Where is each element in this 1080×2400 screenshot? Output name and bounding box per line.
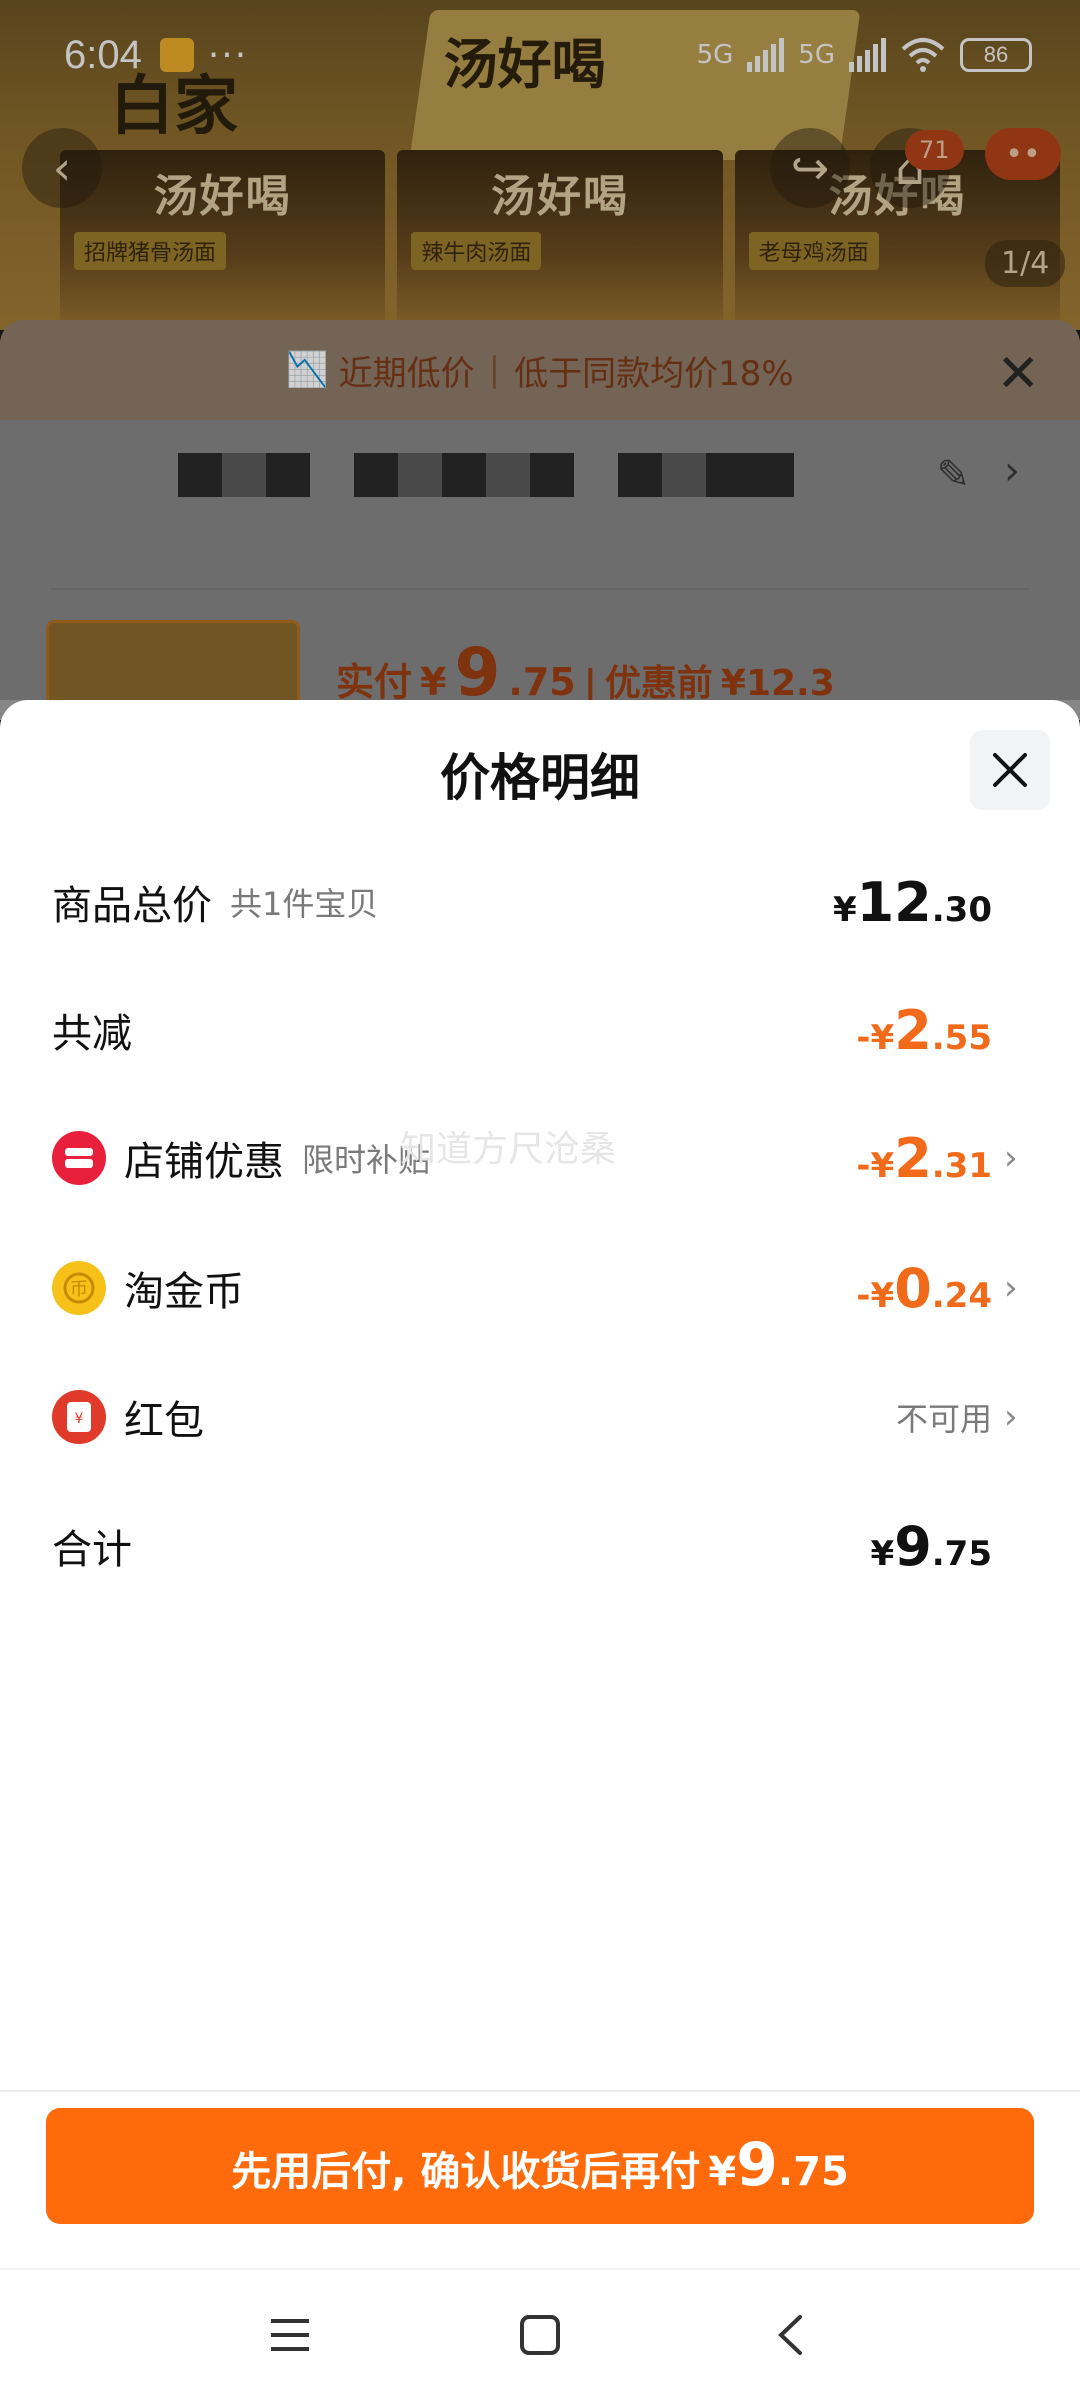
- status-time: 6:04: [64, 32, 142, 77]
- gold-coin-icon: 币: [52, 1261, 106, 1315]
- app-notification-icon: [159, 38, 194, 72]
- low-price-banner: 📉 近期低价 | 低于同款均价18% ✕: [0, 320, 1080, 420]
- close-icon: [993, 753, 1027, 787]
- sheet-title: 价格明细: [440, 749, 640, 807]
- chevron-right-icon: ›: [1004, 1138, 1018, 1178]
- home-icon[interactable]: [510, 2305, 570, 2365]
- back-icon[interactable]: [760, 2305, 820, 2365]
- trend-icon: 📉: [286, 350, 329, 390]
- reduction-amount: -¥ 2.55: [856, 998, 992, 1062]
- share-icon[interactable]: ↪: [770, 128, 850, 208]
- close-button[interactable]: [970, 730, 1050, 810]
- red-packet-icon: ¥: [52, 1390, 106, 1444]
- row-total-reduction: 共减 -¥ 2.55: [52, 998, 992, 1062]
- wifi-icon: [901, 38, 945, 72]
- top-nav: ‹ ↪ ⌂ 71 ••: [0, 108, 1080, 208]
- row-total-price: 商品总价 共1件宝贝 ¥12.30: [52, 870, 992, 934]
- order-sheet-background: 📉 近期低价 | 低于同款均价18% ✕ ✎ › 实付 ¥ 9.75 | 优惠前…: [0, 320, 1080, 740]
- price-detail-sheet: 价格明细 商品总价 共1件宝贝 ¥12.30 共减 -¥ 2.55 店铺优惠 限时…: [0, 700, 1080, 2400]
- more-menu-button[interactable]: ••: [985, 128, 1061, 180]
- row-total-sum: 合计 ¥9.75: [52, 1514, 992, 1578]
- row-red-packet[interactable]: ¥ 红包 不可用 ›: [52, 1367, 1026, 1467]
- system-nav-bar: [0, 2268, 1080, 2400]
- svg-text:¥: ¥: [75, 1411, 84, 1427]
- row-taojinbi[interactable]: 币 淘金币 -¥ 0.24 ›: [52, 1238, 1026, 1338]
- sum-amount: ¥9.75: [870, 1514, 992, 1578]
- pay-later-button[interactable]: 先用后付, 确认收货后再付 ¥9.75: [46, 2108, 1034, 2224]
- network-label: 5G: [798, 40, 835, 70]
- signal-icon: [849, 38, 886, 72]
- network-label: 5G: [696, 40, 734, 70]
- svg-text:币: 币: [70, 1279, 88, 1300]
- image-page-indicator: 1/4: [985, 240, 1066, 287]
- divider: [50, 588, 1030, 590]
- back-arrow-icon[interactable]: ‹: [22, 128, 102, 208]
- close-icon[interactable]: ✕: [996, 344, 1040, 404]
- chevron-right-icon: ›: [1004, 1268, 1018, 1308]
- total-price-amount: ¥12.30: [832, 870, 992, 934]
- chevron-right-icon: ›: [1004, 1397, 1018, 1437]
- battery-icon: 86: [960, 38, 1032, 72]
- divider: [0, 2090, 1080, 2092]
- edit-icon[interactable]: ✎: [936, 452, 970, 498]
- more-notifications-icon: ···: [207, 34, 249, 76]
- shop-discount-icon: [52, 1131, 106, 1185]
- cart-badge: 71: [905, 130, 964, 170]
- address-masked[interactable]: ✎ ›: [0, 420, 1080, 530]
- menu-icon[interactable]: [260, 2305, 320, 2365]
- signal-icon: [747, 38, 785, 72]
- status-bar: 6:04 ··· 5G 5G 86: [0, 0, 1080, 110]
- red-packet-status: 不可用: [895, 1400, 992, 1438]
- watermark: 知道方尺沧桑: [400, 1129, 617, 1170]
- shop-discount-amount: -¥ 2.31: [856, 1126, 992, 1190]
- chevron-right-icon[interactable]: ›: [1004, 448, 1020, 494]
- coin-discount-amount: -¥ 0.24: [856, 1256, 992, 1320]
